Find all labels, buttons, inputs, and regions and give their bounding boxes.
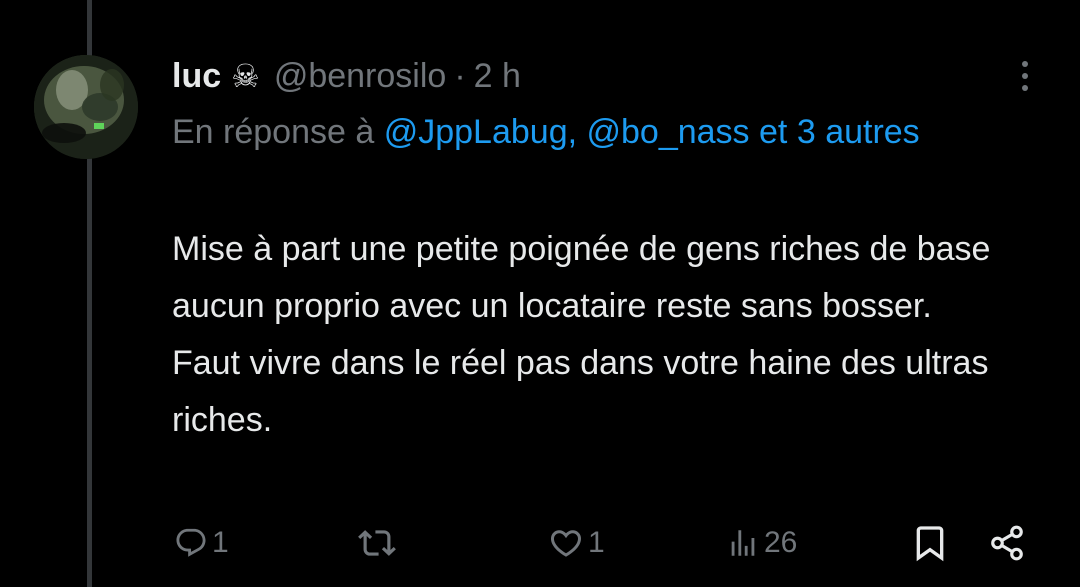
action-bar: 1 1 26 — [0, 515, 1080, 571]
retweet-icon — [358, 530, 396, 556]
more-dot — [1022, 73, 1028, 79]
skull-crossbones-icon: ☠ — [231, 57, 260, 95]
views-chart-icon — [731, 530, 755, 556]
avatar-image — [34, 55, 138, 159]
more-dots-icon[interactable] — [1008, 56, 1042, 96]
like-button[interactable]: 1 — [548, 515, 605, 571]
avatar[interactable] — [34, 55, 138, 159]
reply-icon — [176, 528, 206, 557]
bookmark-button[interactable] — [910, 515, 950, 571]
share-button[interactable] — [988, 515, 1026, 571]
tweet-paragraph: Mise à part une petite poignée de gens r… — [172, 230, 991, 325]
user-handle[interactable]: @benrosilo — [274, 57, 447, 96]
separator-dot: · — [454, 56, 466, 95]
tweet-header: luc ☠ @benrosilo · 2 h — [172, 52, 521, 100]
more-dot — [1022, 85, 1028, 91]
reply-count: 1 — [212, 526, 229, 559]
views-button[interactable]: 26 — [726, 515, 797, 571]
mention-link-bo-nass[interactable]: @bo_nass — [587, 113, 750, 151]
mention-others-count[interactable]: et 3 — [759, 113, 816, 151]
display-name[interactable]: luc — [172, 57, 221, 96]
retweet-button[interactable] — [358, 515, 400, 571]
tweet-text: Mise à part une petite poignée de gens r… — [172, 221, 1052, 449]
more-dot — [1022, 61, 1028, 67]
timestamp[interactable]: 2 h — [474, 57, 521, 96]
views-count: 26 — [764, 526, 798, 559]
bookmark-icon — [916, 526, 944, 562]
mention-others-link[interactable]: autres — [825, 113, 920, 151]
reply-context: En réponse à @JppLabug, @bo_nass et 3 au… — [172, 104, 972, 161]
tweet-paragraph: Faut vivre dans le réel pas dans votre h… — [172, 344, 989, 439]
share-icon — [991, 525, 1023, 561]
reply-prefix: En réponse à — [172, 113, 375, 151]
reply-button[interactable]: 1 — [174, 515, 229, 571]
heart-icon — [550, 530, 582, 557]
like-count: 1 — [588, 526, 605, 559]
mention-link-jpplabug[interactable]: @JppLabug, — [384, 113, 577, 151]
